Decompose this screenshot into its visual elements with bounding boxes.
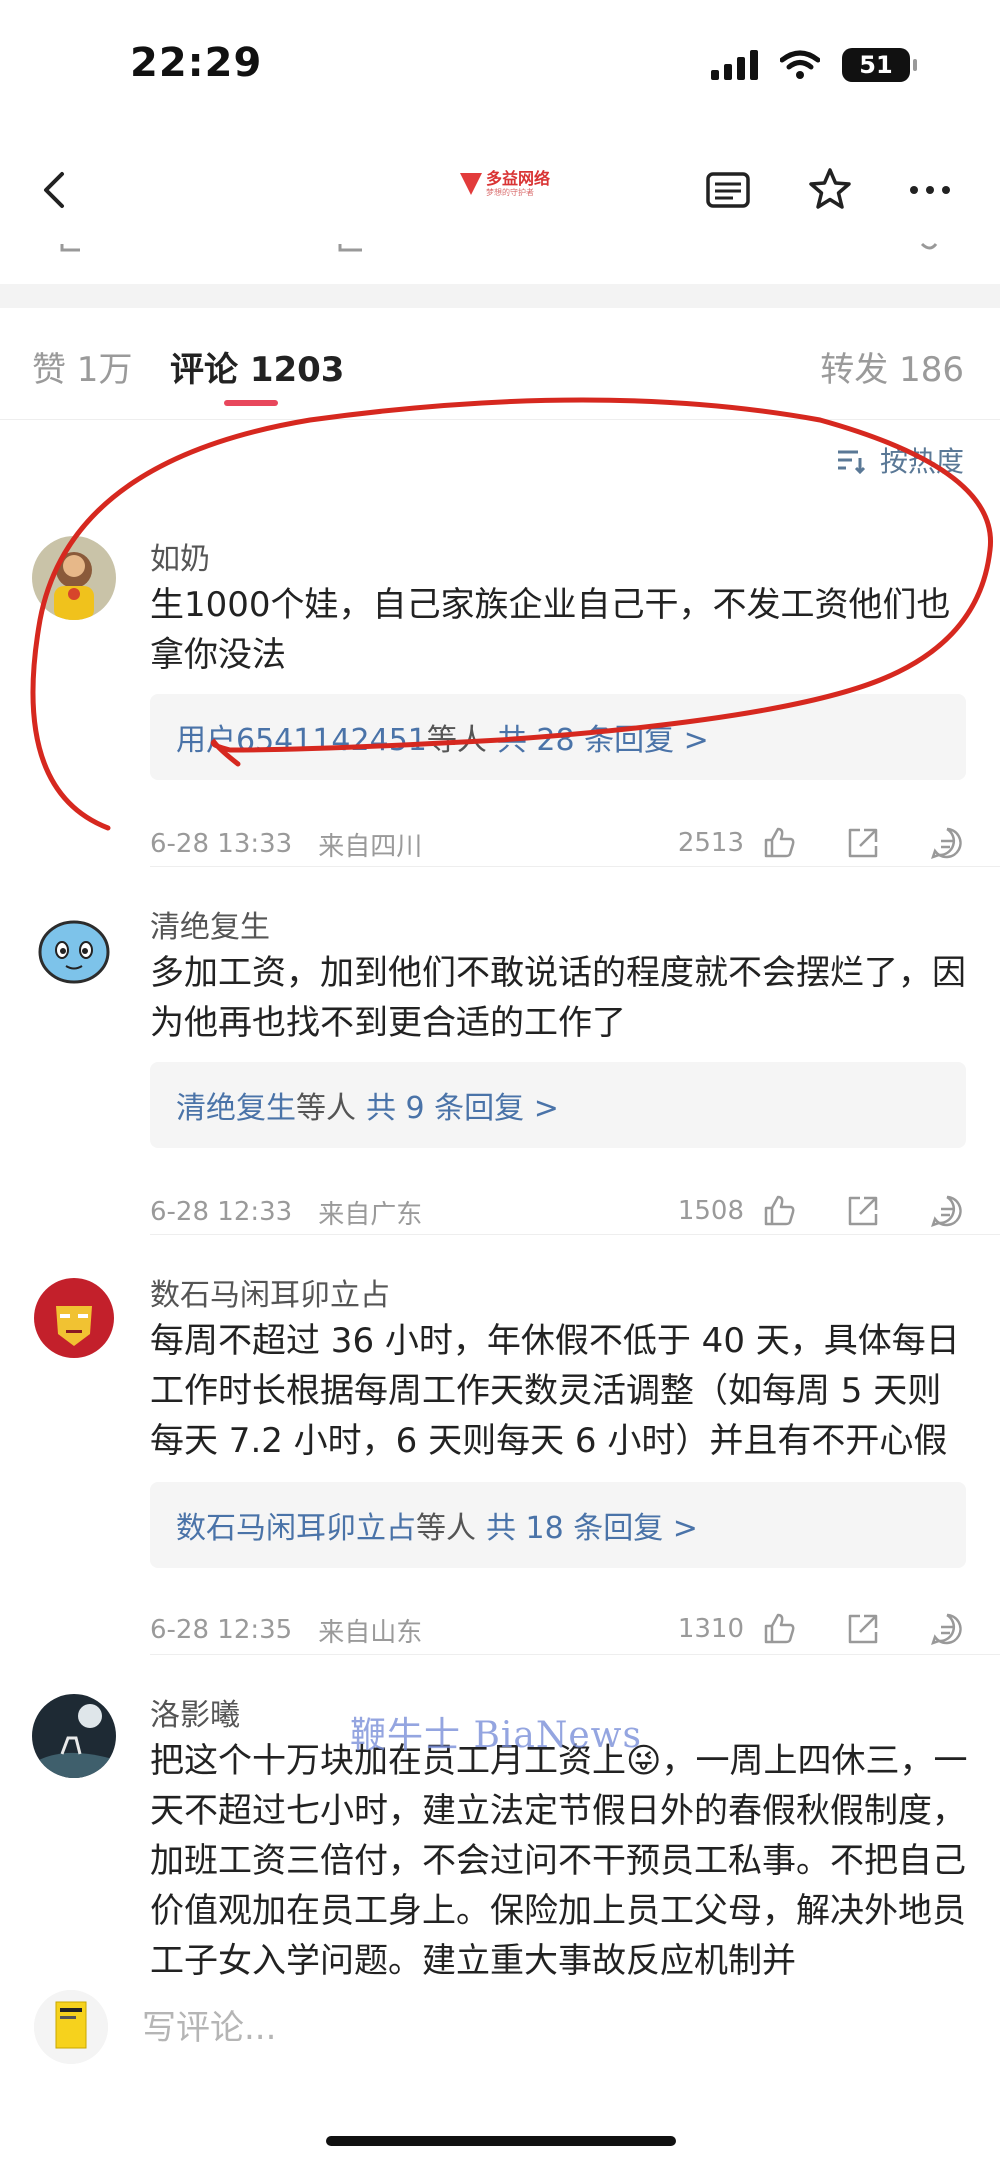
reply-icon[interactable] [928,1192,966,1230]
comment-date: 6-28 13:33 [150,829,293,859]
sort-button[interactable]: 按热度 [836,440,964,480]
tab-likes[interactable]: 赞 1万 [32,342,132,391]
more-icon[interactable] [902,162,958,218]
status-icons: 51 [711,48,917,82]
active-tab-indicator [224,400,278,406]
reply-connector: 等人 [296,1091,356,1126]
status-time: 22:29 [130,40,263,86]
tab-comments[interactable]: 评论 1203 [170,342,344,391]
logo-name: 多益网络 [486,169,551,188]
reply-user: 用户6541142451 [176,723,427,758]
reply-count: 共 18 条回复 > [486,1511,698,1546]
reader-icon[interactable] [700,162,756,218]
avatar[interactable] [32,536,116,620]
like-icon[interactable] [760,1610,798,1648]
comment-text: 每周不超过 36 小时，年休假不低于 40 天，具体每日工作时长根据每周工作天数… [150,1321,960,1461]
comment-location: 来自广东 [318,1199,423,1230]
like-icon[interactable] [760,824,798,862]
comment-meta: 6-28 12:33 来自广东 1508 [150,1192,966,1232]
comment-divider [150,1234,1000,1235]
comment-input-bar: 写评论... [0,1980,1000,2100]
avatar[interactable] [32,908,116,992]
comment-divider [150,1654,1000,1655]
like-count: 1310 [677,1614,744,1644]
avatar[interactable] [32,1694,116,1778]
comment-divider [150,866,1000,867]
app-logo: 多益网络 梦想的守护者 [460,170,550,198]
comment-location: 来自山东 [318,1617,423,1648]
nav-bar: 多益网络 梦想的守护者 [0,140,1000,240]
reply-connector: 等人 [416,1511,476,1546]
avatar[interactable] [32,1276,116,1360]
comment-author[interactable]: 数石马闲耳卯立占 [150,1270,390,1314]
reply-summary[interactable]: 数石马闲耳卯立占 等人 共 18 条回复 > [150,1482,966,1568]
comment-location: 来自四川 [318,831,423,862]
comment-author[interactable]: 如奶 [150,534,210,578]
comment-author[interactable]: 洛影曦 [150,1690,240,1734]
interaction-tabs: 赞 1万 评论 1203 转发 186 [0,330,1000,420]
like-count: 2513 [677,828,744,858]
share-icon[interactable] [844,824,882,862]
reply-summary[interactable]: 用户6541142451 等人 共 28 条回复 > [150,694,966,780]
sort-label: 按热度 [879,445,964,478]
cut-off-toolbar [0,240,1000,260]
favorite-star-icon[interactable] [802,162,858,218]
like-count: 1508 [677,1196,744,1226]
reply-connector: 等人 [426,723,487,758]
status-bar: 22:29 51 [0,0,1000,130]
reply-icon[interactable] [928,1610,966,1648]
logo-mark-icon [460,173,482,195]
comment-text: 多加工资，加到他们不敢说话的程度就不会摆烂了，因为他再也找不到更合适的工作了 [150,953,966,1043]
sort-icon [837,450,866,474]
comment-author[interactable]: 清绝复生 [150,902,270,946]
reply-user: 清绝复生 [176,1091,296,1126]
reply-count: 共 9 条回复 > [366,1091,559,1126]
comment-date: 6-28 12:35 [150,1615,293,1645]
back-arrow-icon[interactable] [28,162,84,218]
reply-user: 数石马闲耳卯立占 [176,1511,416,1546]
reply-summary[interactable]: 清绝复生 等人 共 9 条回复 > [150,1062,966,1148]
comment-text: 生1000个娃，自己家族企业自己干，不发工资他们也拿你没法 [150,585,951,675]
comment-input[interactable]: 写评论... [142,2000,276,2049]
comment-meta: 6-28 13:33 来自四川 2513 [150,824,966,864]
like-icon[interactable] [760,1192,798,1230]
battery-icon: 51 [842,48,917,82]
share-icon[interactable] [844,1192,882,1230]
comment-text: 把这个十万块加在员工月工资上😜，一周上四休三，一天不超过七小时，建立法定节假日外… [150,1741,968,1980]
wifi-icon [780,50,820,79]
signal-icon [711,50,758,80]
reply-count: 共 28 条回复 > [496,723,709,758]
logo-subtitle: 梦想的守护者 [486,188,534,197]
comment-meta: 6-28 12:35 来自山东 1310 [150,1610,966,1650]
user-avatar[interactable] [34,1990,108,2064]
section-separator [0,284,1000,308]
share-icon[interactable] [844,1610,882,1648]
tab-shares[interactable]: 转发 186 [820,342,964,391]
home-indicator[interactable] [326,2136,676,2146]
watermark: 鞭牛士 BiaNews [350,1715,642,1756]
reply-icon[interactable] [928,824,966,862]
comment-date: 6-28 12:33 [150,1197,293,1227]
